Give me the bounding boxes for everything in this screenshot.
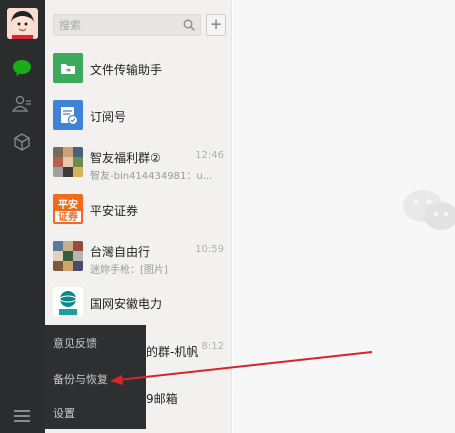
cube-icon[interactable] — [10, 130, 34, 154]
chat-item-state-grid[interactable]: 国网安徽电力 — [45, 281, 232, 327]
chat-name: 文件传输助手 — [90, 63, 163, 77]
main-content — [233, 0, 455, 433]
search-input[interactable] — [54, 15, 174, 35]
wechat-logo-icon — [401, 186, 455, 239]
chat-name: 订阅号 — [90, 110, 127, 124]
chat-item-group-zhiyou[interactable]: 智友福利群② 智友-bin414434981：u... 12:46 — [45, 141, 232, 187]
group-avatar — [53, 241, 83, 271]
sidebar-rail — [0, 0, 45, 433]
contacts-icon[interactable] — [10, 92, 34, 116]
chat-name: 国网安徽电力 — [90, 297, 163, 311]
chat-item-file-helper[interactable]: 文件传输助手 — [45, 47, 232, 93]
file-helper-icon — [53, 53, 83, 83]
menu-item-backup-restore[interactable]: 备份与恢复 — [53, 371, 108, 387]
chat-preview: 迷妳手枪：[图片] — [90, 265, 168, 276]
avatar[interactable] — [7, 8, 38, 39]
menu-icon[interactable] — [14, 410, 30, 422]
svg-text:平安: 平安 — [58, 198, 78, 211]
svg-text:证券: 证券 — [58, 210, 79, 223]
chat-name: 的群-机帆 — [146, 345, 199, 359]
chat-name: 智友福利群② — [90, 151, 161, 165]
chat-item-pingan[interactable]: 平安 证券 平安证券 — [45, 188, 232, 234]
chat-bubble-icon[interactable] — [10, 56, 34, 80]
settings-popup-menu: 意见反馈 备份与恢复 设置 — [45, 325, 146, 429]
group-avatar — [53, 147, 83, 177]
add-button[interactable]: + — [206, 14, 226, 36]
chat-time: 8:12 — [201, 341, 224, 352]
chat-time: 10:59 — [195, 244, 224, 255]
chat-item-taiwan-travel[interactable]: 台灣自由行 迷妳手枪：[图片] 10:59 — [45, 235, 232, 281]
pingan-logo: 平安 证券 — [53, 194, 83, 224]
state-grid-logo — [53, 287, 83, 317]
search-box[interactable] — [53, 14, 201, 36]
menu-item-settings[interactable]: 设置 — [53, 405, 75, 421]
chat-preview: 智友-bin414434981：u... — [90, 171, 213, 182]
chat-time: 12:46 — [195, 150, 224, 161]
menu-item-feedback[interactable]: 意见反馈 — [53, 335, 97, 351]
chat-name: 9邮箱 — [146, 392, 178, 406]
chat-name: 平安证券 — [90, 204, 139, 218]
chat-item-subscriptions[interactable]: 订阅号 — [45, 94, 232, 140]
chat-name: 台灣自由行 — [90, 245, 151, 259]
subscription-icon — [53, 100, 83, 130]
search-icon[interactable] — [183, 19, 195, 34]
